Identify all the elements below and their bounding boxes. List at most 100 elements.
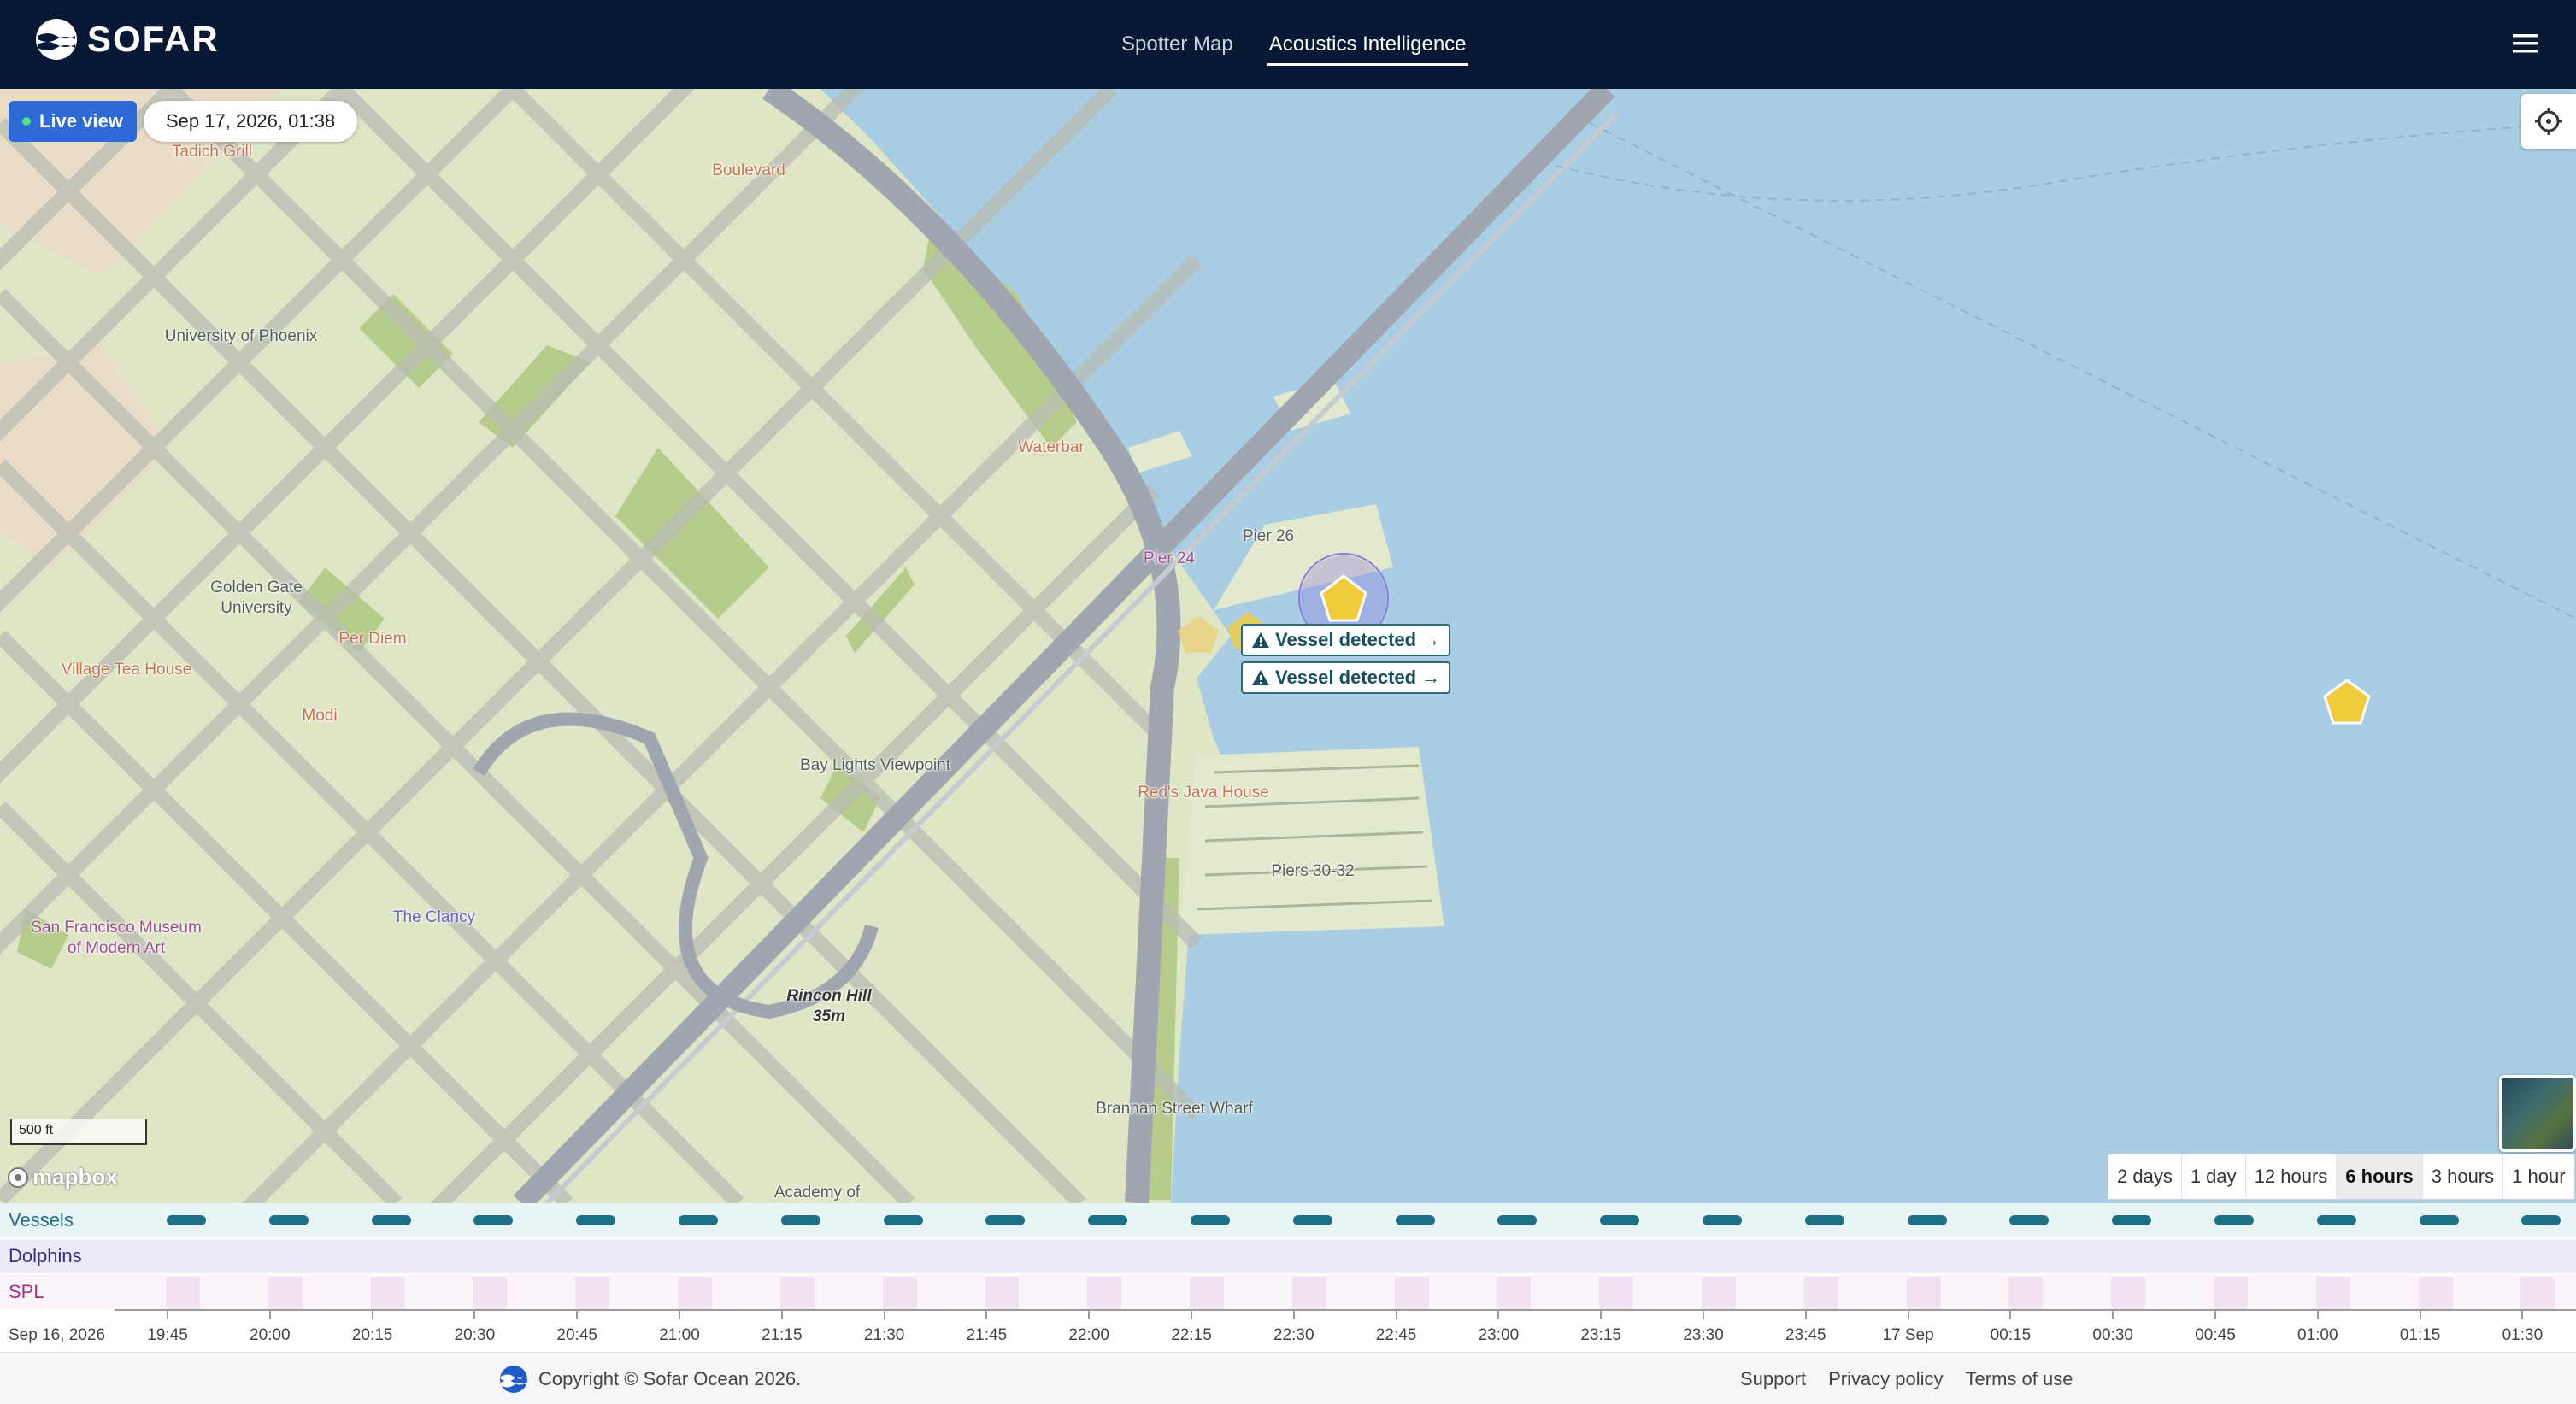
vessel-detection-bar[interactable] (2009, 1215, 2050, 1225)
map-canvas[interactable]: Tadich Grill Boulevard University of Pho… (0, 89, 2576, 1203)
vessel-detection-bar[interactable] (2316, 1215, 2356, 1225)
vessel-detection-bar[interactable] (268, 1215, 309, 1225)
poi-label: 35m (812, 1007, 846, 1025)
vessel-detection-bar[interactable] (2214, 1215, 2254, 1225)
vessel-detection-bar[interactable] (1703, 1215, 1742, 1225)
timeline-tick-mark (1191, 1311, 1192, 1319)
vessel-detection-bar[interactable] (167, 1215, 206, 1225)
poi-label: of Modern Art (67, 939, 166, 957)
timeline-tick-mark (1292, 1311, 1295, 1319)
poi-label: Academy of (773, 1184, 861, 1201)
timeline-tick-mark (2112, 1311, 2114, 1319)
range-3-hours[interactable]: 3 hours (2423, 1154, 2504, 1199)
range-6-hours[interactable]: 6 hours (2337, 1154, 2423, 1199)
privacy-policy-link[interactable]: Privacy policy (1828, 1368, 1943, 1390)
timeline-tick-mark (576, 1311, 579, 1319)
timeline-tick-label: 01:30 (2502, 1326, 2544, 1344)
timeline-tick-mark (985, 1311, 988, 1319)
vessel-detection-bar[interactable] (1907, 1215, 1947, 1225)
terms-of-use-link[interactable]: Terms of use (1966, 1368, 2073, 1390)
vessel-detection-bar[interactable] (371, 1215, 411, 1225)
vessel-detection-bar[interactable] (1088, 1215, 1128, 1225)
poi-label: Golden Gate (210, 579, 303, 596)
live-view-button[interactable]: Live view (9, 101, 137, 142)
spl-slot (882, 1277, 917, 1309)
timeline-tick-mark (1088, 1311, 1091, 1319)
timeline-tick-label: 23:45 (1785, 1326, 1826, 1344)
locate-button[interactable] (2521, 94, 2576, 149)
vessel-detection-bar[interactable] (1191, 1215, 1230, 1225)
vessel-detection-bar[interactable] (2521, 1215, 2561, 1225)
timeline-label-dolphins: Dolphins (9, 1245, 82, 1266)
timeline-tick-mark (1703, 1311, 1704, 1319)
vessel-detection-bar[interactable] (883, 1215, 923, 1225)
range-1-hour[interactable]: 1 hour (2503, 1154, 2573, 1199)
timeline-tick-mark (2521, 1311, 2524, 1319)
range-2-days[interactable]: 2 days (2108, 1154, 2182, 1199)
scale-bar: 500 ft (10, 1119, 147, 1145)
spl-slot (985, 1277, 1020, 1309)
timeline-tick-mark (2316, 1311, 2319, 1319)
tab-spotter-map[interactable]: Spotter Map (1120, 0, 1235, 89)
vessel-detection-bar[interactable] (1292, 1215, 1332, 1225)
sofar-logo[interactable]: SOFAR (34, 17, 220, 62)
spl-slot (1702, 1277, 1736, 1309)
support-link[interactable]: Support (1740, 1368, 1806, 1390)
vessel-detected-tag[interactable]: Vessel detected → (1241, 661, 1451, 694)
hamburger-icon[interactable] (2509, 29, 2542, 58)
timeline-label-vessels: Vessels (9, 1209, 74, 1231)
timeline-tick-mark (1395, 1311, 1397, 1319)
range-12-hours[interactable]: 12 hours (2246, 1154, 2338, 1199)
spl-slot (2111, 1277, 2146, 1309)
vessel-detection-bar[interactable] (1600, 1215, 1640, 1225)
live-view-label: Live view (39, 110, 123, 132)
mapbox-icon (8, 1166, 28, 1188)
vessel-detection-bar[interactable] (985, 1215, 1026, 1225)
poi-label: Tadich Grill (172, 143, 252, 161)
mapbox-logo[interactable]: mapbox (7, 1164, 118, 1190)
footer-links: Support Privacy policy Terms of use (1740, 1368, 2073, 1390)
timeline-tick-label: 23:00 (1478, 1326, 1520, 1344)
timeline-tick-mark (1497, 1311, 1500, 1319)
timeline-tick-label: 00:15 (1990, 1326, 2032, 1344)
spl-slot (1599, 1277, 1634, 1309)
spl-slot (779, 1277, 815, 1309)
detection-timeline[interactable]: Vessels Dolphins SPL Sep 16, 2026 19:45 2… (0, 1203, 2576, 1352)
vessel-detection-bar[interactable] (2112, 1215, 2152, 1225)
poi-label: Modi (302, 707, 338, 725)
main-nav: Spotter Map Acoustics Intelligence (1120, 0, 1468, 89)
live-indicator-dot (22, 117, 31, 126)
satellite-basemap-toggle[interactable] (2499, 1075, 2576, 1152)
vessel-detection-bar[interactable] (473, 1215, 514, 1225)
poi-label: Per Diem (338, 630, 407, 648)
range-1-day[interactable]: 1 day (2182, 1154, 2246, 1199)
vessel-detected-tag[interactable]: Vessel detected → (1241, 624, 1451, 656)
timeline-tick-label: 17 Sep (1882, 1326, 1934, 1344)
poi-label: Boulevard (712, 162, 785, 179)
footer-copyright: Copyright © Sofar Ocean 2026. (499, 1365, 801, 1394)
tab-acoustics-intelligence[interactable]: Acoustics Intelligence (1267, 0, 1468, 89)
vessel-detection-bar[interactable] (1804, 1215, 1844, 1225)
sofar-wave-icon (36, 19, 77, 60)
spl-slot (1291, 1277, 1326, 1309)
vessel-detection-bar[interactable] (780, 1215, 820, 1225)
vessel-detected-label: Vessel detected (1275, 667, 1417, 688)
vessel-detected-label: Vessel detected (1275, 629, 1417, 650)
timeline-tick-label: 20:45 (556, 1326, 597, 1344)
crosshair-icon (2535, 108, 2562, 135)
timeline-tick-mark (883, 1311, 885, 1319)
vessel-detection-bar[interactable] (576, 1215, 616, 1225)
sofar-wave-icon (500, 1366, 527, 1393)
vessel-detection-bar[interactable] (1497, 1215, 1538, 1225)
mapbox-wordmark: mapbox (32, 1164, 118, 1190)
spl-slot (2520, 1277, 2555, 1309)
timeline-label-spl: SPL (9, 1281, 44, 1302)
timeline-tick-label: 01:15 (2399, 1326, 2441, 1344)
vessel-detection-bar[interactable] (679, 1215, 718, 1225)
datetime-pill[interactable]: Sep 17, 2026, 01:38 (144, 101, 358, 142)
timeline-tick-mark (1600, 1311, 1603, 1319)
timeline-tick-label: 21:00 (659, 1326, 700, 1344)
vessel-detection-bar[interactable] (1395, 1215, 1435, 1225)
poi-label: The Clancy (392, 908, 476, 926)
vessel-detection-bar[interactable] (2419, 1215, 2459, 1225)
